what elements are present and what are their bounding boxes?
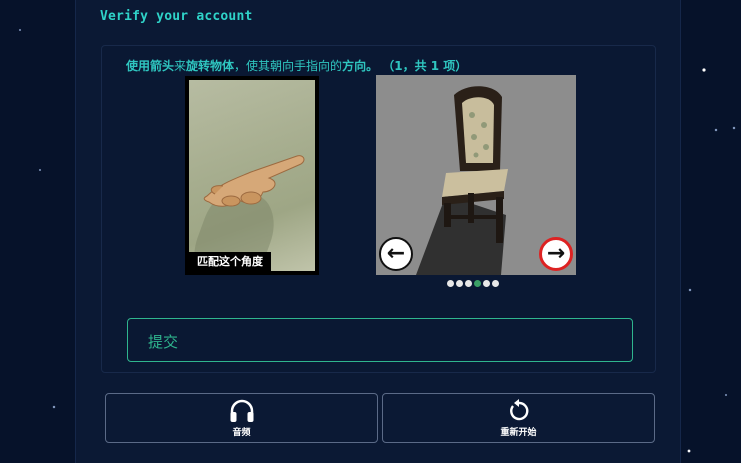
audio-button[interactable]: 音频 bbox=[105, 393, 378, 443]
image-pager bbox=[447, 280, 499, 287]
audio-label: 音频 bbox=[232, 427, 251, 438]
restart-button[interactable]: 重新开始 bbox=[382, 393, 655, 443]
rotate-right-button[interactable]: → bbox=[539, 237, 573, 271]
submit-button[interactable]: 提交 bbox=[127, 318, 633, 362]
match-angle-label: 匹配这个角度 bbox=[189, 252, 271, 271]
rotate-left-button[interactable]: ← bbox=[379, 237, 413, 271]
page-title: Verify your account bbox=[100, 9, 253, 24]
pager-dot[interactable] bbox=[456, 280, 463, 287]
captcha-panel: Verify your account 使用箭头来旋转物体，使其朝向手指向的方向… bbox=[75, 0, 681, 463]
pager-dot[interactable] bbox=[483, 280, 490, 287]
instruction-text: 使用箭头来旋转物体，使其朝向手指向的方向。 （1，共 1 项） bbox=[126, 57, 467, 74]
challenge-area: 使用箭头来旋转物体，使其朝向手指向的方向。 （1，共 1 项） 匹配这个角度 ←… bbox=[101, 45, 656, 373]
instruction-emphasis-rotate: 旋转物体 bbox=[186, 59, 235, 73]
instruction-plain-2: ，使其朝向手指向的 bbox=[234, 59, 343, 73]
instruction-emphasis-arrows: 使用箭头 bbox=[126, 59, 175, 73]
instruction-emphasis-direction: 方向。 bbox=[342, 59, 379, 73]
pager-dot[interactable] bbox=[492, 280, 499, 287]
object-image-card: ← → bbox=[376, 75, 576, 275]
arrow-right-icon: → bbox=[546, 241, 566, 266]
pointing-hand-image: 匹配这个角度 bbox=[189, 80, 315, 271]
refresh-icon bbox=[509, 398, 528, 420]
pager-dot[interactable] bbox=[447, 280, 454, 287]
restart-label: 重新开始 bbox=[500, 427, 537, 438]
instruction-plain: 来 bbox=[174, 59, 187, 73]
headphones-icon bbox=[230, 399, 253, 422]
reference-image-card: 匹配这个角度 bbox=[185, 76, 319, 275]
arrow-left-icon: ← bbox=[386, 241, 406, 266]
pager-dot[interactable] bbox=[465, 280, 472, 287]
instruction-progress: （1，共 1 项） bbox=[378, 59, 468, 73]
pager-dot[interactable] bbox=[474, 280, 481, 287]
